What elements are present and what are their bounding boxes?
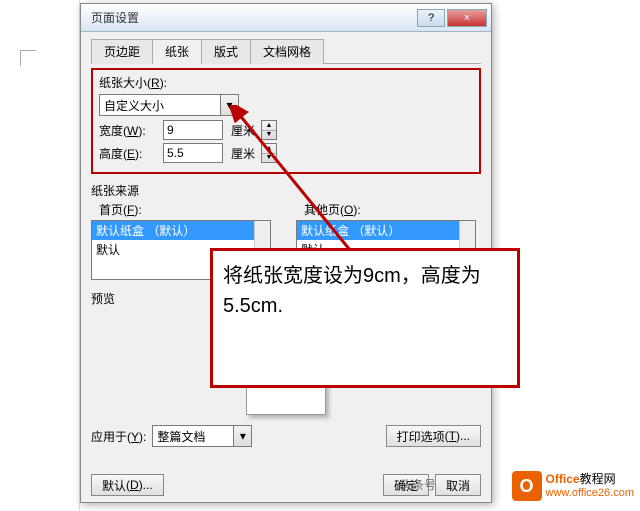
paper-size-select[interactable]: 自定义大小 ▾ xyxy=(99,94,239,116)
chevron-down-icon[interactable]: ▼ xyxy=(262,131,276,140)
chevron-up-icon[interactable]: ▲ xyxy=(262,144,276,154)
width-spinner[interactable]: ▲▼ xyxy=(261,120,277,140)
height-key: E xyxy=(127,147,135,161)
height-row: 高度(E): 5.5 厘米 ▲▼ xyxy=(99,143,473,163)
other-page-label: 其他页(O): xyxy=(296,201,481,218)
default-key: D xyxy=(130,478,139,492)
dialog-body: 页边距 纸张 版式 文档网格 纸张大小(R): 自定义大小 ▾ 宽度(W): 9… xyxy=(81,32,491,455)
watermark-url: www.office26.com xyxy=(546,487,634,499)
width-label: 宽度(W): xyxy=(99,122,157,139)
height-value: 5.5 xyxy=(167,146,184,160)
dialog-title: 页面设置 xyxy=(85,9,417,26)
watermark: O Office教程网 www.office26.com xyxy=(512,471,634,501)
list-item[interactable]: 默认纸盒 （默认） xyxy=(92,221,270,240)
titlebar: 页面设置 ? × xyxy=(81,4,491,32)
height-spinner[interactable]: ▲▼ xyxy=(261,143,277,163)
apply-label: 应用于(Y): xyxy=(91,428,146,445)
watermark-brand-bold: Office xyxy=(546,472,580,486)
other-page-text: 其他页 xyxy=(304,203,340,217)
paper-size-label: 纸张大小(R): xyxy=(99,74,473,91)
default-button[interactable]: 默认(D)... xyxy=(91,474,164,496)
tab-margins[interactable]: 页边距 xyxy=(91,39,153,64)
apply-row: 应用于(Y): 整篇文档 ▾ 打印选项(T)... xyxy=(91,425,481,447)
headline-text: 头条号 xyxy=(400,476,436,493)
default-text: 默认 xyxy=(102,477,126,494)
print-key: T xyxy=(449,429,456,443)
apply-key: Y xyxy=(131,430,139,444)
paper-size-label-text: 纸张大小 xyxy=(99,76,147,90)
other-key: O xyxy=(344,203,353,217)
apply-value: 整篇文档 xyxy=(157,428,205,445)
height-input[interactable]: 5.5 xyxy=(163,143,223,163)
dropdown-icon[interactable]: ▾ xyxy=(233,426,251,446)
paper-size-group: 纸张大小(R): 自定义大小 ▾ 宽度(W): 9 厘米 ▲▼ 高度(E): 5… xyxy=(91,68,481,174)
chevron-down-icon[interactable]: ▼ xyxy=(262,154,276,163)
chevron-up-icon[interactable]: ▲ xyxy=(262,121,276,131)
print-options-button[interactable]: 打印选项(T)... xyxy=(386,425,481,447)
watermark-brand: Office教程网 xyxy=(546,473,634,486)
close-button[interactable]: × xyxy=(447,9,487,27)
cancel-button[interactable]: 取消 xyxy=(435,474,481,496)
apply-label-text: 应用于 xyxy=(91,430,127,444)
page-background xyxy=(0,0,80,511)
page-corner-mark xyxy=(20,50,36,66)
paper-size-select-row: 自定义大小 ▾ xyxy=(99,94,473,116)
watermark-logo-icon: O xyxy=(512,471,542,501)
watermark-brand-suffix: 教程网 xyxy=(580,472,616,486)
apply-select[interactable]: 整篇文档 ▾ xyxy=(152,425,252,447)
tab-grid[interactable]: 文档网格 xyxy=(250,39,324,64)
tab-layout[interactable]: 版式 xyxy=(201,39,251,64)
height-unit: 厘米 xyxy=(231,145,255,162)
paper-size-value: 自定义大小 xyxy=(104,97,164,114)
list-item[interactable]: 默认纸盒 （默认） xyxy=(297,221,475,240)
first-page-text: 首页 xyxy=(99,203,123,217)
width-label-text: 宽度 xyxy=(99,124,123,138)
width-value: 9 xyxy=(167,123,174,137)
height-label: 高度(E): xyxy=(99,145,157,162)
width-unit: 厘米 xyxy=(231,122,255,139)
width-key: W xyxy=(127,124,138,138)
paper-size-key: R xyxy=(151,76,160,90)
first-page-label: 首页(F): xyxy=(91,201,276,218)
titlebar-buttons: ? × xyxy=(417,9,487,27)
height-label-text: 高度 xyxy=(99,147,123,161)
tab-paper[interactable]: 纸张 xyxy=(152,39,202,64)
print-options-text: 打印选项 xyxy=(397,428,445,445)
width-input[interactable]: 9 xyxy=(163,120,223,140)
annotation-callout: 将纸张宽度设为9cm，高度为5.5cm. xyxy=(210,248,520,388)
watermark-text: Office教程网 www.office26.com xyxy=(546,473,634,498)
help-button[interactable]: ? xyxy=(417,9,445,27)
tabs: 页边距 纸张 版式 文档网格 xyxy=(91,38,481,64)
first-key: F xyxy=(127,203,134,217)
width-row: 宽度(W): 9 厘米 ▲▼ xyxy=(99,120,473,140)
dropdown-icon[interactable]: ▾ xyxy=(220,95,238,115)
annotation-text: 将纸张宽度设为9cm，高度为5.5cm. xyxy=(223,265,481,317)
paper-source-title: 纸张来源 xyxy=(91,182,481,199)
